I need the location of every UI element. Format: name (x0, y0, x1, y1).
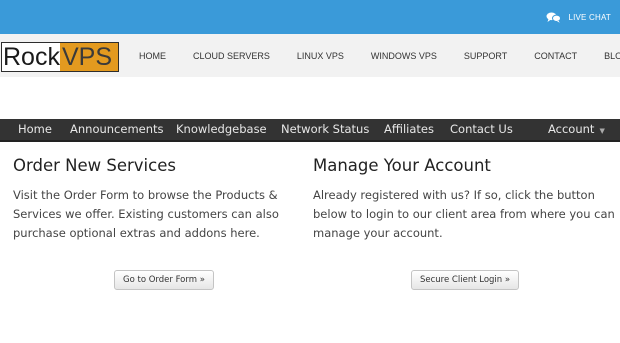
client-login-button[interactable]: Secure Client Login » (411, 270, 520, 290)
nav-home[interactable]: HOME (139, 51, 166, 61)
nav-contact[interactable]: CONTACT (534, 51, 577, 61)
order-title: Order New Services (13, 156, 176, 175)
logo-text-vps: VPS (59, 43, 118, 71)
order-line-2: Services we offer. Existing customers ca… (13, 207, 279, 221)
order-line-1: Visit the Order Form to browse the Produ… (13, 188, 278, 202)
caret-down-icon: ▼ (599, 127, 605, 135)
client-menu-bar: Home Announcements Knowledgebase Network… (0, 119, 620, 142)
order-line-3: purchase optional extras and addons here… (13, 226, 260, 240)
live-chat-label: LIVE CHAT (568, 12, 611, 22)
site-logo[interactable]: Rock VPS (1, 42, 119, 72)
menu-item-affiliates[interactable]: Affiliates (384, 119, 434, 140)
logo-text-rock: Rock (3, 43, 60, 71)
nav-blog[interactable]: BLOG (604, 51, 620, 61)
menu-item-contact-us[interactable]: Contact Us (450, 119, 513, 140)
menu-item-account[interactable]: Account ▼ (548, 119, 605, 140)
account-title: Manage Your Account (313, 156, 491, 175)
top-bar: LIVE CHAT (0, 0, 620, 34)
nav-windows-vps[interactable]: WINDOWS VPS (371, 51, 437, 61)
menu-item-home[interactable]: Home (18, 119, 52, 140)
main-nav: HOME CLOUD SERVERS LINUX VPS WINDOWS VPS… (139, 34, 620, 77)
account-label: Account (548, 122, 595, 136)
order-section: Order New Services Visit the Order Form … (13, 154, 298, 243)
account-description: Already registered with us? If so, click… (313, 186, 618, 243)
account-line-1: Already registered with us? If so, click… (313, 188, 595, 202)
menu-item-network-status[interactable]: Network Status (281, 119, 369, 140)
account-section: Manage Your Account Already registered w… (313, 154, 618, 243)
order-description: Visit the Order Form to browse the Produ… (13, 186, 298, 243)
menu-item-knowledgebase[interactable]: Knowledgebase (176, 119, 267, 140)
menu-item-announcements[interactable]: Announcements (70, 119, 164, 140)
nav-cloud-servers[interactable]: CLOUD SERVERS (193, 51, 270, 61)
nav-linux-vps[interactable]: LINUX VPS (297, 51, 344, 61)
order-form-button[interactable]: Go to Order Form » (114, 270, 214, 290)
live-chat-link[interactable]: LIVE CHAT (546, 0, 611, 34)
chat-icon (546, 12, 562, 23)
account-line-2: below to login to our client area from w… (313, 207, 615, 221)
account-line-3: manage your account. (313, 226, 443, 240)
nav-support[interactable]: SUPPORT (464, 51, 507, 61)
